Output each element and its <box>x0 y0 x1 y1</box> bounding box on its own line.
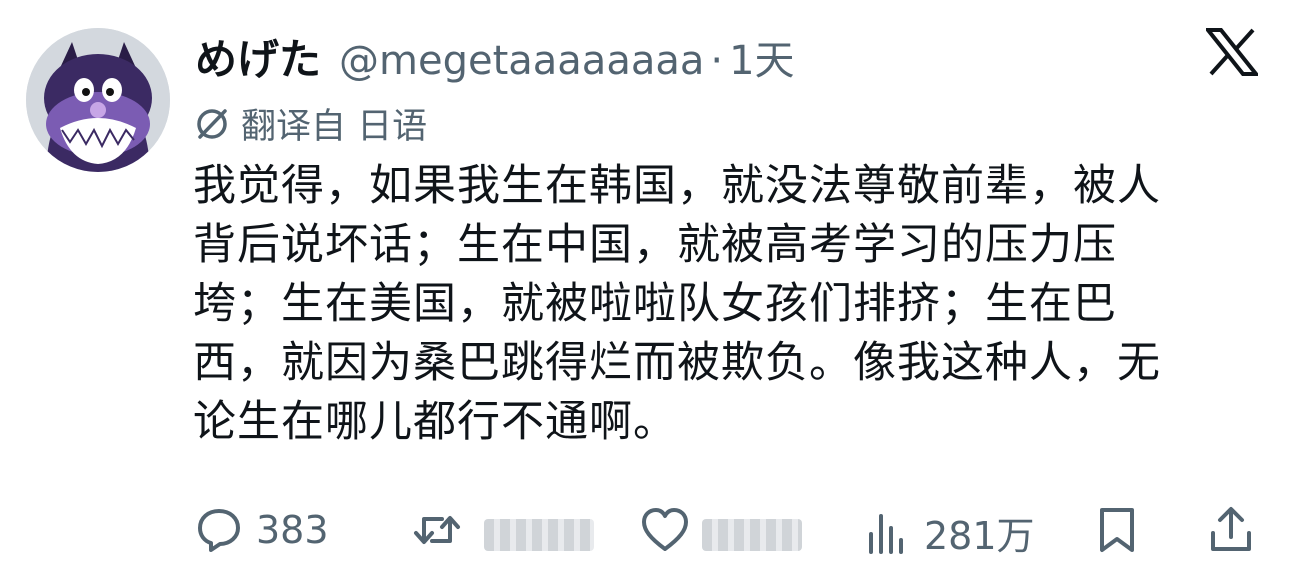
display-name[interactable]: めげた <box>195 26 321 87</box>
tweet-line: 西，就因为桑巴跳得烂而被欺负。像我这种人，无 <box>193 338 1161 388</box>
x-logo <box>1206 28 1258 76</box>
tweet-line: 论生在哪儿都行不通啊。 <box>193 397 677 447</box>
action-bar: 383 281万 <box>190 505 1260 565</box>
translation-notice[interactable]: 翻译自 日语 <box>193 98 427 149</box>
retweet-icon <box>414 516 460 544</box>
share-icon <box>1211 507 1251 551</box>
translation-label: 翻译自 日语 <box>241 107 428 147</box>
reply-count: 383 <box>256 508 329 552</box>
reply-button[interactable]: 383 <box>194 505 329 555</box>
redacted-retweet-count <box>484 519 594 551</box>
bookmark-icon <box>1100 508 1134 552</box>
bookmark-button[interactable] <box>1092 505 1142 555</box>
avatar[interactable] <box>26 28 170 172</box>
separator-dot: · <box>710 38 724 84</box>
views-button[interactable]: 281万 <box>862 505 1035 560</box>
tweet-line: 垮；生在美国，就被啦啦队女孩们排挤；生在巴 <box>193 279 1117 329</box>
views-count: 281万 <box>924 514 1035 558</box>
tweet-header: めげた @megetaaaaaaaa · 1天 <box>195 26 795 87</box>
tweet-line: 我觉得，如果我生在韩国，就没法尊敬前辈，被人 <box>193 161 1161 211</box>
user-handle[interactable]: @megetaaaaaaaa <box>339 38 704 84</box>
translate-icon <box>197 108 227 139</box>
redacted-like-count <box>702 519 802 551</box>
share-button[interactable] <box>1206 505 1256 555</box>
timestamp[interactable]: 1天 <box>729 28 794 86</box>
avatar-image <box>26 28 170 172</box>
tweet-line: 背后说坏话；生在中国，就被高考学习的压力压 <box>193 220 1117 270</box>
tweet-text: 我觉得，如果我生在韩国，就没法尊敬前辈，被人 背后说坏话；生在中国，就被高考学习… <box>193 157 1263 452</box>
like-icon <box>642 508 688 551</box>
retweet-button[interactable] <box>412 505 474 555</box>
like-button[interactable] <box>640 505 702 555</box>
views-icon <box>869 513 903 554</box>
reply-icon <box>198 509 240 552</box>
